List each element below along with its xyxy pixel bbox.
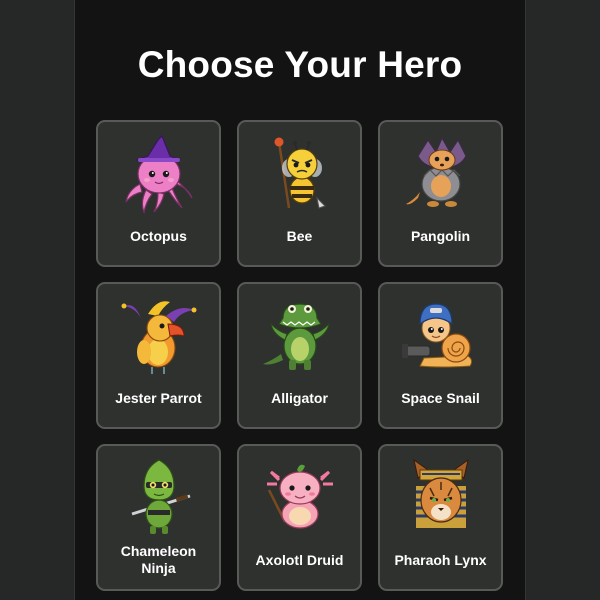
- hero-name: Alligator: [271, 390, 328, 406]
- hero-card-space-snail[interactable]: Space Snail: [378, 282, 503, 429]
- space-snail-icon: [400, 294, 482, 376]
- hero-grid: Octopus Bee Pangolin Jester Parrot Allig…: [96, 120, 503, 591]
- pharaoh-lynx-icon: [400, 456, 482, 538]
- hero-name: Jester Parrot: [115, 390, 202, 406]
- axolotl-druid-icon: [259, 456, 341, 538]
- chameleon-ninja-icon: [118, 456, 200, 538]
- hero-name: Pharaoh Lynx: [394, 552, 487, 568]
- hero-card-jester-parrot[interactable]: Jester Parrot: [96, 282, 221, 429]
- hero-card-bee[interactable]: Bee: [237, 120, 362, 267]
- hero-name: Axolotl Druid: [255, 552, 344, 568]
- jester-parrot-icon: [118, 294, 200, 376]
- hero-card-octopus[interactable]: Octopus: [96, 120, 221, 267]
- hero-name: Chameleon Ninja: [120, 543, 197, 576]
- hero-card-pangolin[interactable]: Pangolin: [378, 120, 503, 267]
- hero-card-axolotl-druid[interactable]: Axolotl Druid: [237, 444, 362, 591]
- hero-name: Octopus: [130, 228, 187, 244]
- page-title: Choose Your Hero: [137, 44, 463, 85]
- hero-name: Space Snail: [401, 390, 480, 406]
- hero-card-alligator[interactable]: Alligator: [237, 282, 362, 429]
- pangolin-icon: [400, 132, 482, 214]
- bee-icon: [259, 132, 341, 214]
- alligator-icon: [259, 294, 341, 376]
- hero-name: Pangolin: [410, 228, 471, 244]
- hero-name: Bee: [286, 228, 313, 244]
- octopus-wizard-icon: [118, 132, 200, 214]
- hero-card-chameleon-ninja[interactable]: Chameleon Ninja: [96, 444, 221, 591]
- hero-card-pharaoh-lynx[interactable]: Pharaoh Lynx: [378, 444, 503, 591]
